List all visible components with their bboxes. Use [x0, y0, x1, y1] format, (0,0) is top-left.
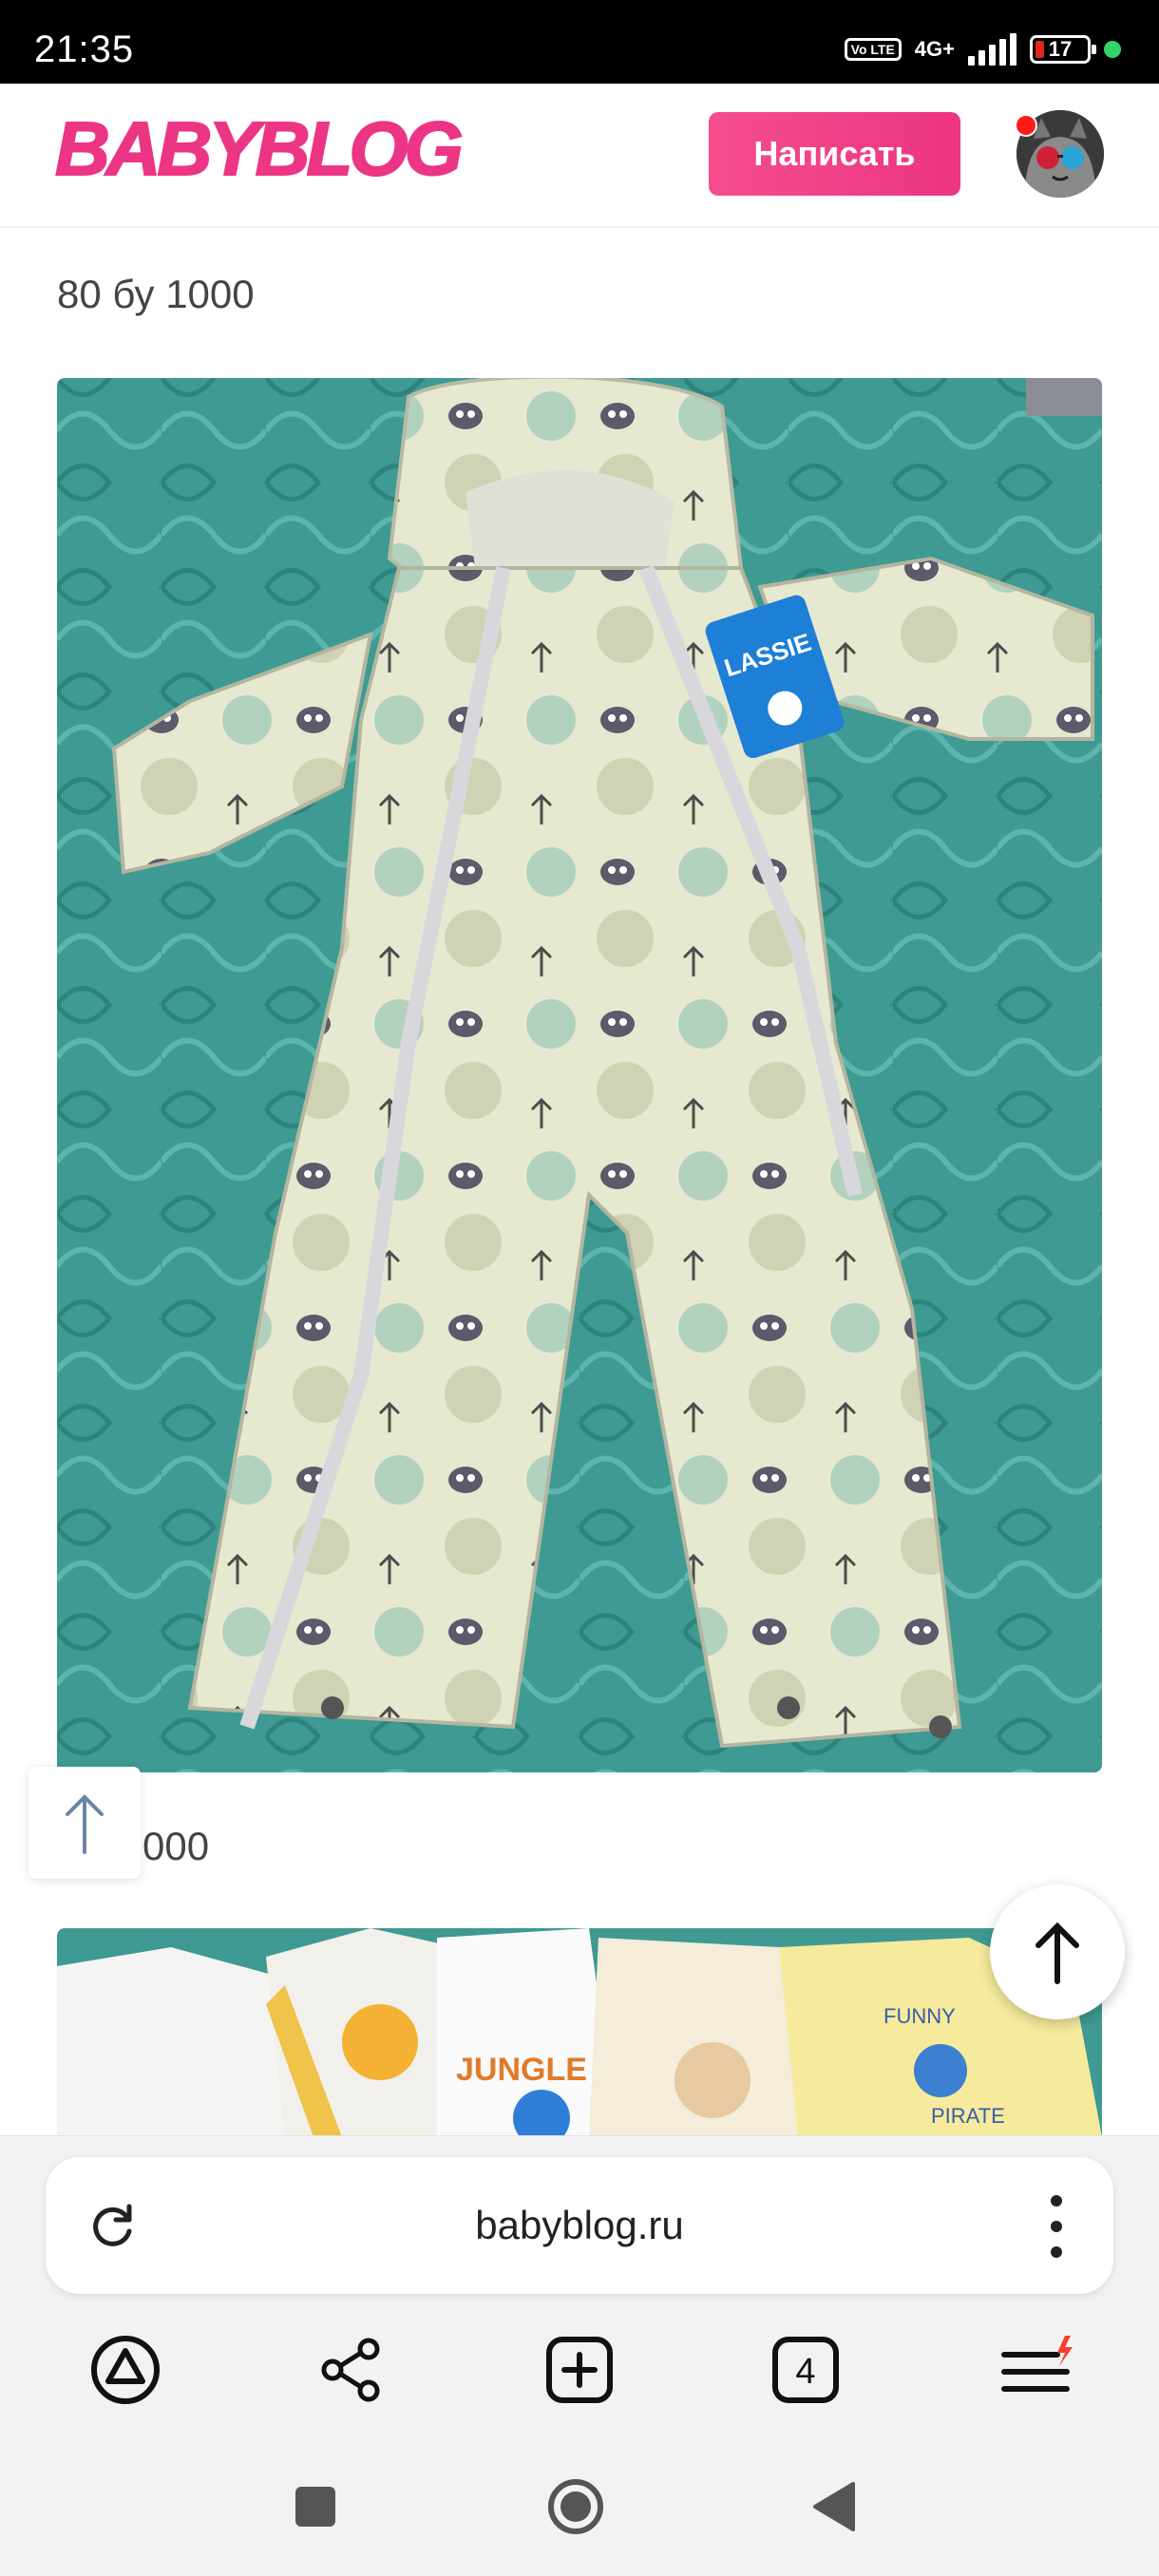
url-text[interactable]: babyblog.ru [46, 2203, 1113, 2248]
back-icon [813, 2482, 855, 2531]
new-tab-icon [546, 2337, 613, 2403]
share-button[interactable] [304, 2322, 399, 2417]
network-type: 4G+ [914, 37, 955, 61]
tabs-button[interactable]: 4 [758, 2322, 853, 2417]
arrow-up-icon [66, 1794, 104, 1854]
tabs-icon: 4 [772, 2337, 839, 2403]
address-bar[interactable]: babyblog.ru [46, 2157, 1113, 2294]
babyblog-logo[interactable]: BABYBLOG [54, 103, 473, 202]
clock: 21:35 [34, 28, 135, 70]
back-button[interactable] [796, 2469, 872, 2545]
more-options-button[interactable] [1047, 2195, 1066, 2258]
notification-dot [1015, 114, 1037, 137]
browser-panel: babyblog.ru 4 [0, 2135, 1159, 2576]
status-icons: Vo LTE 4G+ 17 [844, 30, 1121, 68]
home-button[interactable] [538, 2469, 614, 2545]
dot-icon [1051, 2246, 1062, 2258]
post-caption-2: 000 [142, 1824, 210, 1868]
dot-icon [1051, 2195, 1062, 2207]
post-caption-1: 80 бу 1000 [57, 272, 255, 316]
system-navigation-bar [0, 2469, 1159, 2576]
dot-icon [1051, 2221, 1062, 2232]
tabs-count: 4 [795, 2352, 815, 2392]
volte-icon: Vo LTE [844, 38, 902, 61]
baby-snowsuit-photo[interactable]: LASSIE [57, 378, 1102, 1772]
svg-text:FUNNY: FUNNY [884, 2004, 956, 2028]
battery-icon: 17 [1030, 35, 1096, 64]
logo-text: BABYBLOG [55, 106, 462, 191]
new-tab-button[interactable] [532, 2322, 627, 2417]
back-to-top-button[interactable] [28, 1767, 141, 1879]
browser-menu-button[interactable] [988, 2322, 1083, 2417]
recents-icon [295, 2487, 335, 2527]
svg-text:JUNGLE: JUNGLE [456, 2052, 587, 2088]
status-bar: 21:35 Vo LTE 4G+ 17 [0, 0, 1159, 84]
share-icon [321, 2338, 380, 2402]
alice-icon [91, 2336, 160, 2404]
recents-button[interactable] [277, 2469, 353, 2545]
alice-button[interactable] [78, 2322, 173, 2417]
home-icon [548, 2479, 603, 2534]
menu-icon [1001, 2336, 1073, 2392]
arrow-up-icon [1036, 1922, 1079, 1984]
baby-clothes-photo[interactable]: JUNGLE FUNNY PIRATE [57, 1928, 1102, 2137]
signal-icon [968, 33, 1016, 66]
battery-level: 17 [1048, 37, 1073, 61]
screen: 21:35 Vo LTE 4G+ 17 BABYBLOG Написать 80… [0, 0, 1159, 2576]
svg-text:PIRATE: PIRATE [931, 2104, 1005, 2128]
browser-toolbar: 4 [0, 2322, 1159, 2427]
scroll-up-button[interactable] [990, 1885, 1125, 2019]
site-header: BABYBLOG Написать [0, 84, 1159, 228]
write-button[interactable]: Написать [709, 112, 960, 196]
dot-icon [1104, 41, 1121, 58]
